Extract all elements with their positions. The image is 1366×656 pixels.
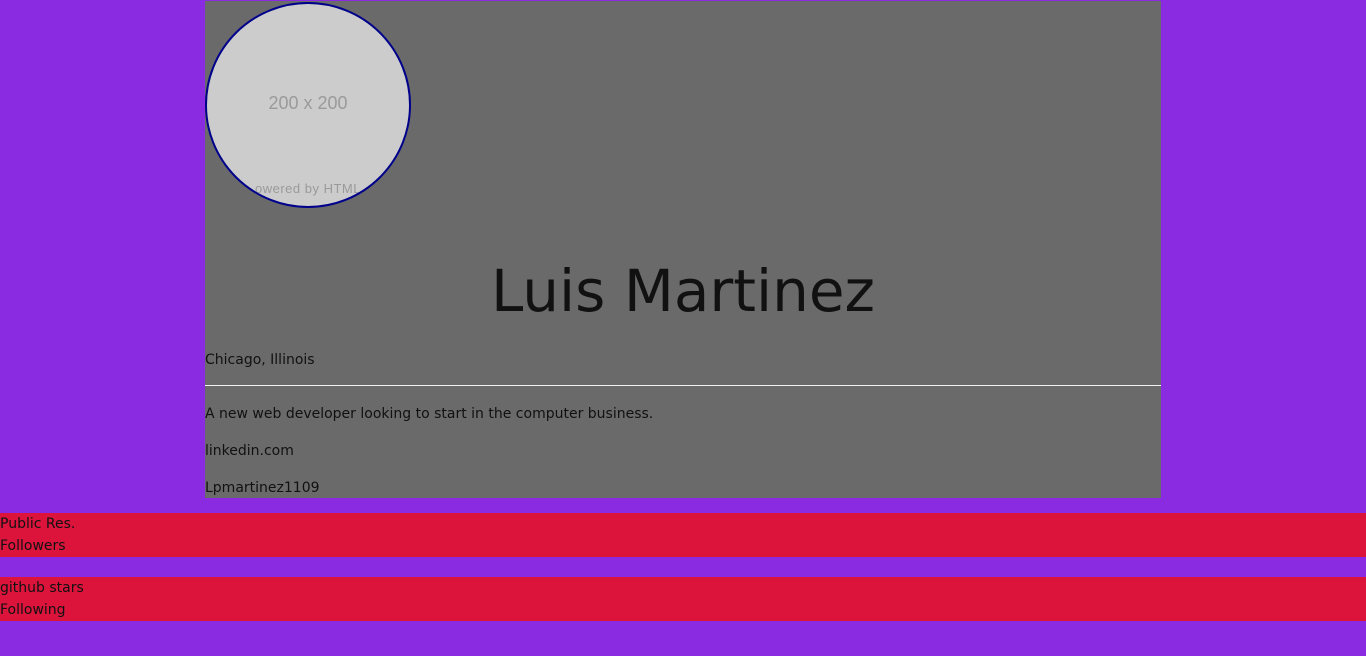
github-handle-link[interactable]: Lpmartinez1109 <box>205 480 320 497</box>
stats-band-stars-following: github stars Following <box>0 577 1366 621</box>
github-stars-label: github stars <box>0 580 84 596</box>
profile-name: Luis Martinez <box>491 257 875 325</box>
followers-label: Followers <box>0 538 66 554</box>
profile-location: Chicago, Illinois <box>205 352 315 368</box>
profile-bio: A new web developer looking to start in … <box>205 406 654 422</box>
avatar-powered-label: owered by HTML <box>255 181 361 196</box>
avatar-size-label: 200 x 200 <box>268 93 348 113</box>
profile-divider <box>205 385 1161 386</box>
following-label: Following <box>0 602 66 618</box>
page: 200 x 200 owered by HTML Luis Martinez C… <box>0 0 1366 656</box>
profile-avatar: 200 x 200 owered by HTML <box>205 2 411 208</box>
stats-band-public-followers: Public Res. Followers <box>0 513 1366 557</box>
profile-card: 200 x 200 owered by HTML Luis Martinez C… <box>205 1 1161 498</box>
linkedin-link[interactable]: linkedin.com <box>205 443 294 460</box>
public-repos-label: Public Res. <box>0 516 76 532</box>
